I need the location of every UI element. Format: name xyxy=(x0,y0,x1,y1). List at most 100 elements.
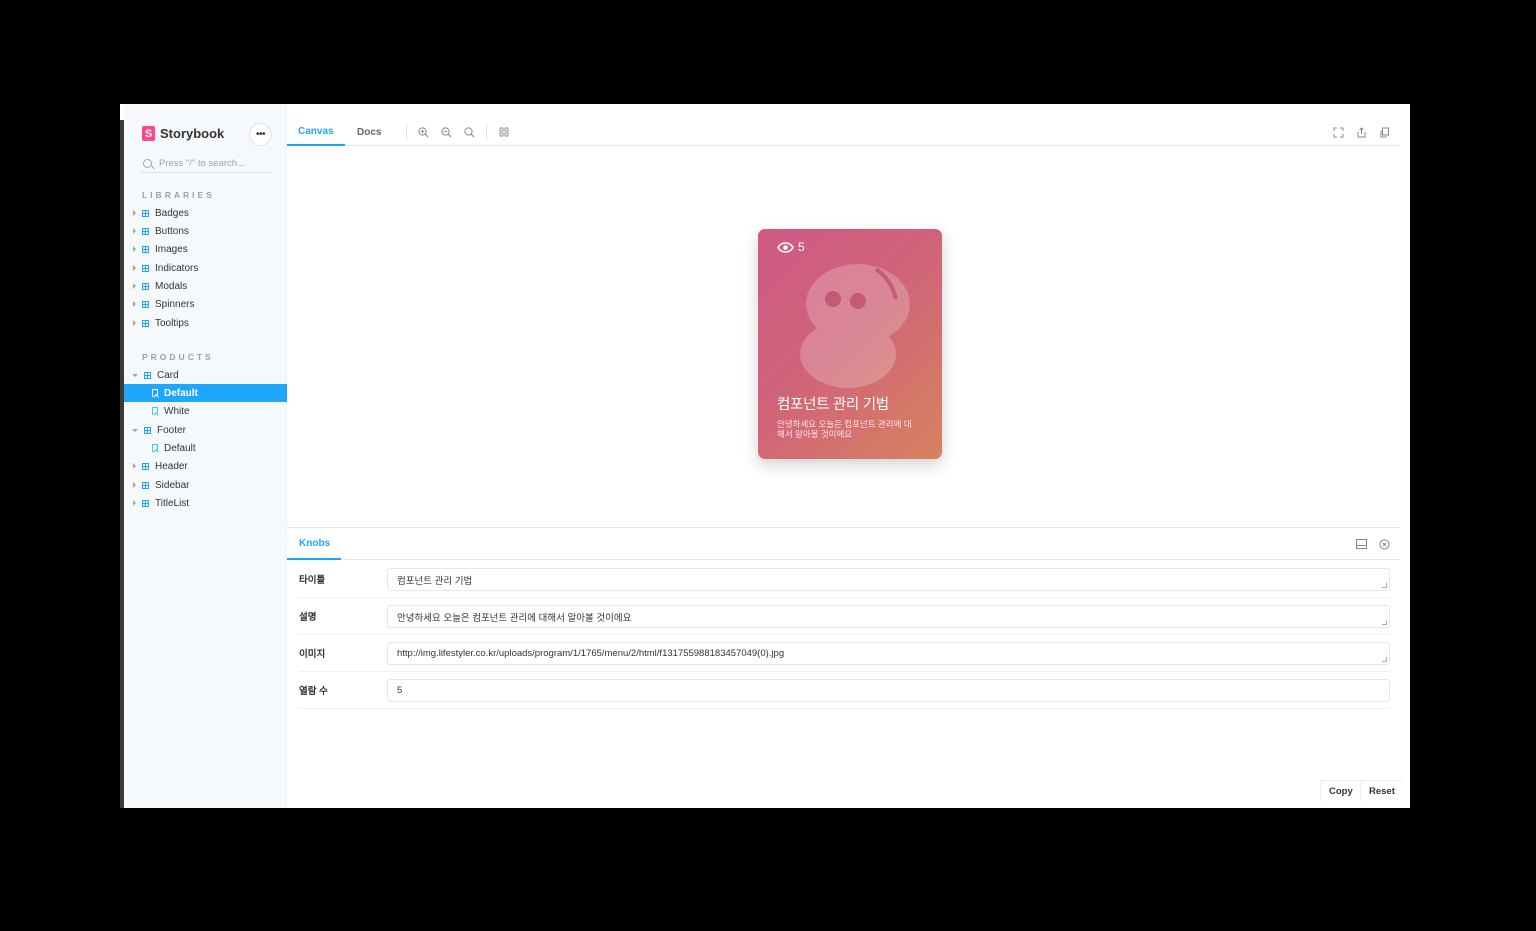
eye-icon xyxy=(777,241,794,253)
search-box xyxy=(141,154,272,173)
sidebar-item-label: Default xyxy=(164,442,196,454)
view-count-field-value: 5 xyxy=(397,685,403,696)
sidebar-item-label: Header xyxy=(155,460,188,472)
card-title: 컴포넌트 관리 기법 xyxy=(777,397,889,413)
sidebar-item-tooltips[interactable]: Tooltips xyxy=(124,314,287,332)
sidebar-item-titlelist[interactable]: TitleList xyxy=(124,494,287,512)
toolbar-divider xyxy=(486,125,487,139)
component-icon xyxy=(142,300,149,308)
bookmark-icon xyxy=(152,407,158,415)
knob-row-description: 설명 안녕하세요 오늘은 컴포넌트 관리에 대해서 알아볼 것이에요 xyxy=(299,598,1390,635)
sidebar-item-label: Spinners xyxy=(155,298,195,310)
sidebar-item-label: White xyxy=(164,405,190,417)
sidebar-item-label: Card xyxy=(157,369,179,381)
chevron-right-icon xyxy=(133,283,136,289)
card-description: 안녕하세요 오늘은 컴포넌트 관리에 대해서 알아볼 것이에요 xyxy=(777,419,912,439)
chevron-right-icon xyxy=(133,463,136,469)
panel-orientation-icon[interactable] xyxy=(1355,538,1367,550)
tab-docs[interactable]: Docs xyxy=(357,118,381,146)
knob-label: 이미지 xyxy=(299,649,326,660)
brand-name: Storybook xyxy=(160,126,225,141)
component-icon xyxy=(142,245,149,253)
tab-canvas[interactable]: Canvas xyxy=(287,118,345,146)
zoom-in-icon[interactable] xyxy=(417,126,429,138)
component-icon xyxy=(144,426,151,434)
sidebar-item-card-default[interactable]: Default xyxy=(124,384,287,402)
close-icon[interactable] xyxy=(1378,538,1390,550)
resize-handle-icon[interactable] xyxy=(1382,620,1387,625)
title-field[interactable]: 컴포넌트 관리 기법 xyxy=(387,568,1390,591)
content-card[interactable]: 5 컴포넌트 관리 기법 안녕하세요 오늘은 컴포넌트 관리에 대해서 알아볼 … xyxy=(758,229,942,459)
image-url-field-value: http://img.lifestyler.co.kr/uploads/prog… xyxy=(397,648,785,659)
chevron-down-icon xyxy=(132,428,138,432)
chevron-down-icon xyxy=(132,373,138,377)
component-icon xyxy=(142,282,149,290)
knob-label: 타이틀 xyxy=(299,575,326,586)
component-icon xyxy=(142,319,149,327)
chevron-right-icon xyxy=(133,228,136,234)
products-heading: PRODUCTS xyxy=(142,352,214,362)
view-count-number: 5 xyxy=(798,240,805,254)
search-input[interactable] xyxy=(159,157,269,169)
brand[interactable]: S Storybook xyxy=(142,126,224,141)
image-url-field[interactable]: http://img.lifestyler.co.kr/uploads/prog… xyxy=(387,642,1390,665)
chevron-right-icon xyxy=(133,265,136,271)
sidebar-item-label: Indicators xyxy=(155,262,199,274)
component-icon xyxy=(142,264,149,272)
copy-icon[interactable] xyxy=(1378,126,1390,138)
sidebar-item-sidebar[interactable]: Sidebar xyxy=(124,476,287,494)
reset-button[interactable]: Reset xyxy=(1360,780,1403,801)
fullscreen-icon[interactable] xyxy=(1332,126,1344,138)
sidebar: S Storybook ••• LIBRARIES Badges Buttons… xyxy=(124,104,287,808)
resize-handle-icon[interactable] xyxy=(1382,657,1387,662)
component-icon xyxy=(142,462,149,470)
tab-knobs[interactable]: Knobs xyxy=(287,528,341,560)
sidebar-item-label: TitleList xyxy=(155,497,190,509)
zoom-reset-icon[interactable] xyxy=(463,126,475,138)
view-count: 5 xyxy=(777,240,805,254)
storybook-logo-icon: S xyxy=(142,126,155,141)
sidebar-item-header[interactable]: Header xyxy=(124,457,287,475)
bookmark-icon xyxy=(152,444,158,452)
toolbar: Canvas Docs xyxy=(287,118,1400,146)
sidebar-item-badges[interactable]: Badges xyxy=(124,204,287,222)
sidebar-item-indicators[interactable]: Indicators xyxy=(124,259,287,277)
character-illustration xyxy=(800,264,910,388)
sidebar-item-buttons[interactable]: Buttons xyxy=(124,222,287,240)
chevron-right-icon xyxy=(133,320,136,326)
sidebar-item-label: Footer xyxy=(157,424,186,436)
sidebar-item-label: Buttons xyxy=(155,225,189,237)
sidebar-item-spinners[interactable]: Spinners xyxy=(124,295,287,313)
knob-row-image: 이미지 http://img.lifestyler.co.kr/uploads/… xyxy=(299,635,1390,672)
sidebar-item-card[interactable]: Card xyxy=(124,366,287,384)
zoom-out-icon[interactable] xyxy=(440,126,452,138)
copy-button[interactable]: Copy xyxy=(1320,780,1361,801)
share-icon[interactable] xyxy=(1355,126,1367,138)
view-count-field[interactable]: 5 xyxy=(387,679,1390,702)
chevron-right-icon xyxy=(133,301,136,307)
component-icon xyxy=(142,227,149,235)
chevron-right-icon xyxy=(133,246,136,252)
description-field[interactable]: 안녕하세요 오늘은 컴포넌트 관리에 대해서 알아볼 것이에요 xyxy=(387,605,1390,628)
knob-row-views: 열람 수 5 xyxy=(299,672,1390,709)
toolbar-divider xyxy=(406,125,407,139)
canvas: 5 컴포넌트 관리 기법 안녕하세요 오늘은 컴포넌트 관리에 대해서 알아볼 … xyxy=(287,146,1400,527)
sidebar-item-footer-default[interactable]: Default xyxy=(124,439,287,457)
addons-panel: Knobs 타이틀 컴포넌트 관리 기법 설명 안녕하세요 오늘은 컴포넌트 관… xyxy=(287,527,1403,808)
resize-handle-icon[interactable] xyxy=(1382,583,1387,588)
sidebar-item-modals[interactable]: Modals xyxy=(124,277,287,295)
menu-button[interactable]: ••• xyxy=(250,124,271,145)
sidebar-item-label: Default xyxy=(164,387,198,399)
sidebar-item-footer[interactable]: Footer xyxy=(124,421,287,439)
sidebar-item-label: Sidebar xyxy=(155,479,190,491)
component-icon xyxy=(142,481,149,489)
chevron-right-icon xyxy=(133,210,136,216)
component-icon xyxy=(142,499,149,507)
sidebar-item-images[interactable]: Images xyxy=(124,240,287,258)
sidebar-item-label: Modals xyxy=(155,280,188,292)
chevron-right-icon xyxy=(133,500,136,506)
component-icon xyxy=(144,371,151,379)
title-field-value: 컴포넌트 관리 기법 xyxy=(397,575,473,587)
grid-icon[interactable] xyxy=(498,126,510,138)
sidebar-item-card-white[interactable]: White xyxy=(124,402,287,420)
